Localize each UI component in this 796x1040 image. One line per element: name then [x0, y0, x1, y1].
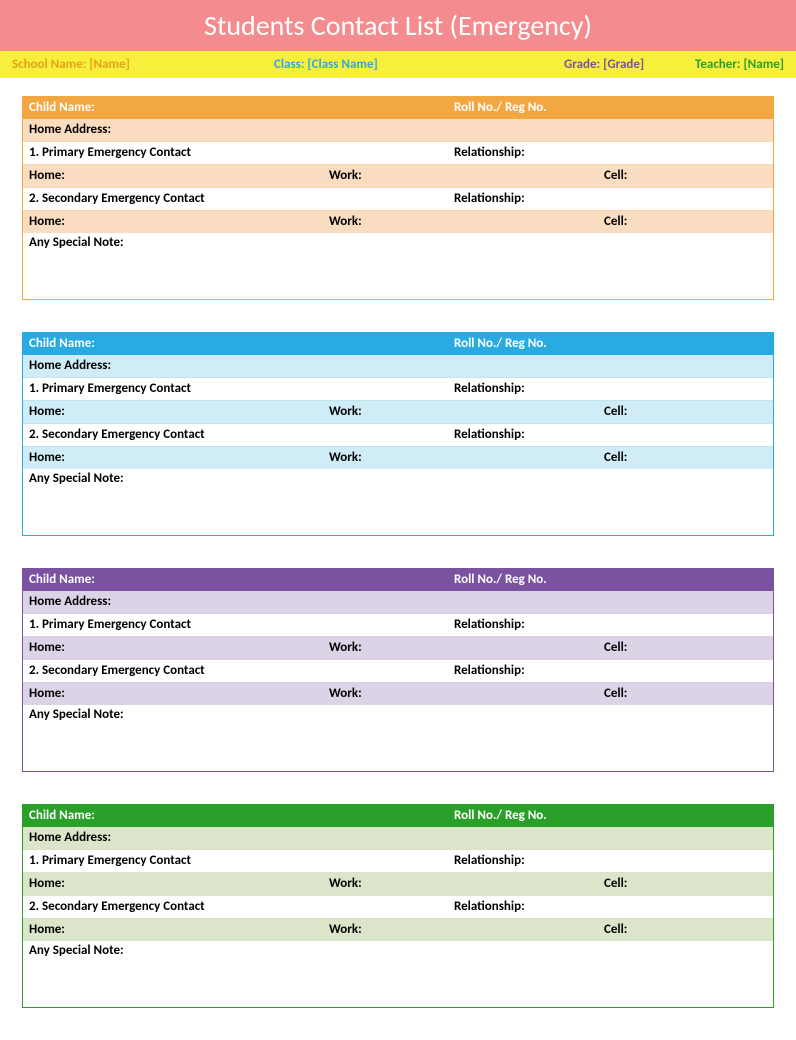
- school-name-field: School Name: [Name]: [12, 57, 274, 72]
- cell-phone-label: Cell:: [598, 873, 773, 895]
- page-title: Students Contact List (Emergency): [0, 0, 796, 51]
- home-address-row: Home Address:: [23, 355, 773, 377]
- home-phone-label: Home:: [23, 873, 323, 895]
- cell-phone-label: Cell:: [598, 211, 773, 233]
- class-field: Class: [Class Name]: [274, 57, 564, 72]
- contact-card: Child Name: Roll No./ Reg No. Home Addre…: [22, 96, 774, 300]
- home-address-row: Home Address:: [23, 591, 773, 613]
- grade-value: [Grade]: [603, 57, 644, 72]
- school-label: School Name:: [12, 57, 86, 72]
- secondary-contact-row: 2. Secondary Emergency Contact Relations…: [23, 659, 773, 683]
- card-header-row: Child Name: Roll No./ Reg No.: [23, 333, 773, 355]
- cell-phone-label: Cell:: [598, 637, 773, 659]
- info-bar: School Name: [Name] Class: [Class Name] …: [0, 51, 796, 78]
- secondary-contact-label: 2. Secondary Emergency Contact: [23, 896, 323, 918]
- cell-phone-label: Cell:: [598, 683, 773, 705]
- home-phone-label: Home:: [23, 211, 323, 233]
- relationship-label: Relationship:: [448, 378, 598, 400]
- class-label: Class:: [274, 57, 304, 72]
- cell-phone-label: Cell:: [598, 919, 773, 941]
- special-note-area: Any Special Note:: [23, 233, 773, 299]
- home-phone-label: Home:: [23, 919, 323, 941]
- secondary-phone-row: Home: Work: Cell:: [23, 683, 773, 705]
- secondary-phone-row: Home: Work: Cell:: [23, 919, 773, 941]
- home-address-label: Home Address:: [23, 355, 323, 377]
- cell-phone-label: Cell:: [598, 447, 773, 469]
- home-address-row: Home Address:: [23, 827, 773, 849]
- primary-phone-row: Home: Work: Cell:: [23, 165, 773, 187]
- roll-no-label: Roll No./ Reg No.: [448, 97, 598, 119]
- roll-no-label: Roll No./ Reg No.: [448, 333, 598, 355]
- primary-phone-row: Home: Work: Cell:: [23, 873, 773, 895]
- primary-contact-label: 1. Primary Emergency Contact: [23, 378, 323, 400]
- special-note-area: Any Special Note:: [23, 705, 773, 771]
- home-address-label: Home Address:: [23, 827, 323, 849]
- card-header-row: Child Name: Roll No./ Reg No.: [23, 97, 773, 119]
- home-phone-label: Home:: [23, 683, 323, 705]
- relationship-label: Relationship:: [448, 142, 598, 164]
- class-value: [Class Name]: [307, 57, 377, 72]
- cell-phone-label: Cell:: [598, 401, 773, 423]
- grade-label: Grade:: [564, 57, 600, 72]
- contact-card: Child Name: Roll No./ Reg No. Home Addre…: [22, 332, 774, 536]
- secondary-contact-row: 2. Secondary Emergency Contact Relations…: [23, 187, 773, 211]
- cards-container: Child Name: Roll No./ Reg No. Home Addre…: [0, 78, 796, 1008]
- special-note-area: Any Special Note:: [23, 469, 773, 535]
- home-address-label: Home Address:: [23, 119, 323, 141]
- relationship-label: Relationship:: [448, 850, 598, 872]
- secondary-phone-row: Home: Work: Cell:: [23, 211, 773, 233]
- child-name-label: Child Name:: [23, 97, 323, 119]
- primary-contact-row: 1. Primary Emergency Contact Relationshi…: [23, 849, 773, 873]
- home-phone-label: Home:: [23, 165, 323, 187]
- home-address-row: Home Address:: [23, 119, 773, 141]
- relationship-label: Relationship:: [448, 614, 598, 636]
- teacher-value: [Name]: [743, 57, 784, 72]
- primary-contact-label: 1. Primary Emergency Contact: [23, 850, 323, 872]
- card-header-row: Child Name: Roll No./ Reg No.: [23, 569, 773, 591]
- contact-card: Child Name: Roll No./ Reg No. Home Addre…: [22, 568, 774, 772]
- special-note-area: Any Special Note:: [23, 941, 773, 1007]
- home-address-label: Home Address:: [23, 591, 323, 613]
- work-phone-label: Work:: [323, 637, 448, 659]
- work-phone-label: Work:: [323, 447, 448, 469]
- relationship-label: Relationship:: [448, 188, 598, 210]
- primary-contact-label: 1. Primary Emergency Contact: [23, 142, 323, 164]
- grade-field: Grade: [Grade]: [564, 57, 692, 72]
- primary-phone-row: Home: Work: Cell:: [23, 637, 773, 659]
- relationship-label: Relationship:: [448, 896, 598, 918]
- teacher-field: Teacher: [Name]: [692, 57, 784, 72]
- child-name-label: Child Name:: [23, 569, 323, 591]
- contact-card: Child Name: Roll No./ Reg No. Home Addre…: [22, 804, 774, 1008]
- work-phone-label: Work:: [323, 683, 448, 705]
- home-phone-label: Home:: [23, 637, 323, 659]
- secondary-contact-row: 2. Secondary Emergency Contact Relations…: [23, 895, 773, 919]
- secondary-phone-row: Home: Work: Cell:: [23, 447, 773, 469]
- card-header-row: Child Name: Roll No./ Reg No.: [23, 805, 773, 827]
- teacher-label: Teacher:: [695, 57, 740, 72]
- home-phone-label: Home:: [23, 401, 323, 423]
- work-phone-label: Work:: [323, 211, 448, 233]
- home-phone-label: Home:: [23, 447, 323, 469]
- roll-no-label: Roll No./ Reg No.: [448, 569, 598, 591]
- work-phone-label: Work:: [323, 873, 448, 895]
- work-phone-label: Work:: [323, 165, 448, 187]
- primary-contact-row: 1. Primary Emergency Contact Relationshi…: [23, 377, 773, 401]
- child-name-label: Child Name:: [23, 805, 323, 827]
- school-value: [Name]: [89, 57, 130, 72]
- primary-phone-row: Home: Work: Cell:: [23, 401, 773, 423]
- secondary-contact-label: 2. Secondary Emergency Contact: [23, 424, 323, 446]
- relationship-label: Relationship:: [448, 660, 598, 682]
- child-name-label: Child Name:: [23, 333, 323, 355]
- cell-phone-label: Cell:: [598, 165, 773, 187]
- relationship-label: Relationship:: [448, 424, 598, 446]
- work-phone-label: Work:: [323, 919, 448, 941]
- work-phone-label: Work:: [323, 401, 448, 423]
- secondary-contact-label: 2. Secondary Emergency Contact: [23, 660, 323, 682]
- primary-contact-row: 1. Primary Emergency Contact Relationshi…: [23, 141, 773, 165]
- secondary-contact-label: 2. Secondary Emergency Contact: [23, 188, 323, 210]
- primary-contact-row: 1. Primary Emergency Contact Relationshi…: [23, 613, 773, 637]
- roll-no-label: Roll No./ Reg No.: [448, 805, 598, 827]
- secondary-contact-row: 2. Secondary Emergency Contact Relations…: [23, 423, 773, 447]
- primary-contact-label: 1. Primary Emergency Contact: [23, 614, 323, 636]
